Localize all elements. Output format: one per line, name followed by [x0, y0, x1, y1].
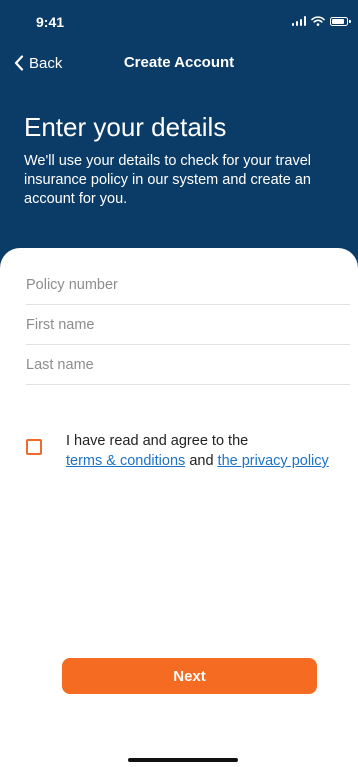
consent-prefix: I have read and agree to the: [66, 433, 249, 449]
first-name-input[interactable]: [26, 305, 350, 344]
last-name-field: [26, 345, 350, 385]
header-banner: 9:41 Back Create Account Enter your deta…: [0, 0, 358, 268]
consent-joiner: and: [189, 453, 214, 469]
nav-bar: Back Create Account: [0, 46, 358, 80]
status-icons: [291, 16, 351, 26]
last-name-input[interactable]: [26, 345, 350, 384]
policy-number-field: [26, 265, 350, 305]
status-time: 9:41: [36, 14, 65, 30]
page-subtitle: We'll use your details to check for your…: [24, 153, 311, 207]
status-bar: 9:41: [0, 0, 358, 44]
consent-checkbox[interactable]: [26, 439, 42, 455]
cellular-signal-icon: [291, 16, 306, 26]
terms-link[interactable]: terms & conditions: [66, 453, 185, 469]
next-button[interactable]: Next: [62, 658, 317, 694]
privacy-policy-link[interactable]: the privacy policy: [218, 453, 329, 469]
form-card: I have read and agree to the terms & con…: [0, 248, 358, 767]
consent-text: I have read and agree to the terms & con…: [66, 431, 356, 471]
first-name-field: [26, 305, 350, 345]
nav-title: Create Account: [123, 54, 235, 71]
wifi-icon: [311, 16, 325, 26]
battery-icon: [330, 16, 351, 26]
policy-number-input[interactable]: [26, 265, 350, 304]
page-title: Enter your details: [24, 112, 227, 142]
home-indicator: [128, 758, 238, 762]
